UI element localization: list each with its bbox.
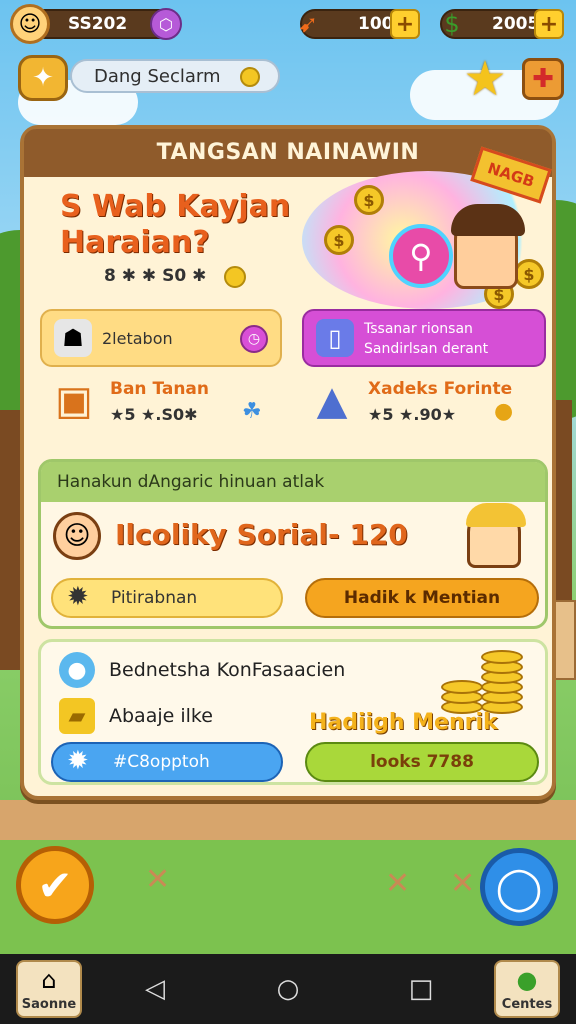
info-row-2: ▰ Abaaje ilke xyxy=(59,698,213,734)
reward-label: Hadiigh Menrik xyxy=(309,710,498,735)
button-label: looks 7788 xyxy=(370,752,474,772)
coin-icon xyxy=(240,67,260,87)
map-button[interactable]: ✦ xyxy=(18,55,68,101)
star-button[interactable]: ★ xyxy=(460,55,510,103)
wood-sticks-icon: ✕ xyxy=(450,866,476,901)
section-header: Hanakun dAngaric hinuan atlak xyxy=(41,462,545,502)
coin-icon: $ xyxy=(354,185,384,215)
recents-icon[interactable]: □ xyxy=(406,974,436,1004)
info-section: ● Bednetsha KonFasaacien ▰ Abaaje ilke H… xyxy=(38,639,548,785)
house-icon: ⌂ xyxy=(41,966,57,994)
reward-value: ★5 ★.S0✱ xyxy=(110,405,198,424)
energy-add-button[interactable]: + xyxy=(390,9,420,39)
lightning-icon: ➹ xyxy=(297,10,319,38)
checkmark-icon: ✔ xyxy=(37,860,73,910)
centes-label: Centes xyxy=(501,997,553,1012)
card-robot[interactable]: ☗ 2letabon ◷ xyxy=(40,309,282,367)
reward-chest-row[interactable]: ▣ Ban Tanan ★5 ★.S0✱ ☘ xyxy=(46,373,286,437)
blue-orb-icon: ● xyxy=(59,652,95,688)
promo-title: S Wab Kayjan Haraian? xyxy=(60,189,291,260)
button-label: Hadik k Mentian xyxy=(343,588,501,608)
wood-sticks-icon: ✕ xyxy=(385,866,411,901)
home-circle-icon[interactable]: ○ xyxy=(273,974,303,1004)
wood-sticks-icon: ✕ xyxy=(145,862,171,897)
location-bar[interactable]: Dang Seclarm xyxy=(70,59,280,93)
cash-icon: $ xyxy=(444,10,460,38)
info-text: Abaaje ilke xyxy=(109,705,213,727)
coin-icon: ● xyxy=(494,399,514,424)
coin-icon: $ xyxy=(514,259,544,289)
coin-icon xyxy=(224,266,246,288)
gem-icon[interactable]: ⬡ xyxy=(150,8,182,40)
reward-title: Ban Tanan xyxy=(110,379,210,399)
system-navbar: ⌂ Saonne ◁ ○ □ ● Centes xyxy=(0,954,576,1024)
robot-icon: ☗ xyxy=(54,319,92,357)
cash-add-button[interactable]: + xyxy=(534,9,564,39)
wizard-hat-icon: ▲ xyxy=(316,378,348,424)
card-robot-label: 2letabon xyxy=(102,329,173,348)
coin-icon: $ xyxy=(324,225,354,255)
social-section: Hanakun dAngaric hinuan atlak ☺ Ilcoliky… xyxy=(38,459,548,629)
checkmark-button[interactable]: ✔ xyxy=(16,846,94,924)
chick-icon: ✹ xyxy=(67,582,89,612)
hadik-mentian-button[interactable]: Hadik k Mentian xyxy=(305,578,539,618)
centes-tile[interactable]: ● Centes xyxy=(494,960,560,1018)
chat-bubble-icon: ◯ xyxy=(495,862,543,912)
treasure-chest-icon: ▣ xyxy=(55,378,93,424)
home-label: Saonne xyxy=(21,997,77,1012)
phone-icon: ▯ xyxy=(316,319,354,357)
clock-icon: ◷ xyxy=(240,325,268,353)
location-label: Dang Seclarm xyxy=(94,65,221,87)
opptoh-button[interactable]: ✹ #C8opptoh xyxy=(51,742,283,782)
social-title: Ilcoliky Sorial- 120 xyxy=(115,518,408,551)
blue-gem-icon: ☘ xyxy=(242,399,262,424)
reward-title: Xadeks Forinte xyxy=(368,379,513,399)
info-text: Bednetsha KonFasaacien xyxy=(109,659,346,681)
chat-button[interactable]: ◯ xyxy=(480,848,558,926)
button-label: #C8opptoh xyxy=(113,752,210,772)
promo-stats: 8 ✱ ✱ S0 ✱ xyxy=(104,266,207,286)
back-icon[interactable]: ◁ xyxy=(140,974,170,1004)
looks-button[interactable]: looks 7788 xyxy=(305,742,539,782)
character-boy xyxy=(451,204,525,289)
character-boy xyxy=(466,503,526,568)
magnifier-orb-icon: ⚲ xyxy=(389,224,453,288)
reward-value: ★5 ★.90★ xyxy=(368,405,457,424)
info-row-1: ● Bednetsha KonFasaacien xyxy=(59,652,345,688)
home-tile[interactable]: ⌂ Saonne xyxy=(16,960,82,1018)
player-avatar-icon[interactable]: ☺ xyxy=(10,4,50,44)
top-hud: SS202 ☺ ⬡ 100 ➹ + 2005 $ + xyxy=(0,4,576,44)
chick-icon: ✹ xyxy=(67,746,89,776)
reward-hat-row[interactable]: ▲ Xadeks Forinte ★5 ★.90★ ● xyxy=(304,373,544,437)
button-label: Pitirabnan xyxy=(111,588,198,608)
gold-bar-icon: ▰ xyxy=(59,698,95,734)
gift-button[interactable]: ✚ xyxy=(522,58,564,100)
pitirabnan-button[interactable]: ✹ Pitirabnan xyxy=(51,578,283,618)
main-panel: TANGSAN NAINAWIN S Wab Kayjan Haraian? 8… xyxy=(20,125,556,800)
girl-avatar-icon: ☺ xyxy=(53,512,101,560)
green-orb-icon: ● xyxy=(516,966,538,994)
card-phone-label: Tssanar rionsan Sandirlsan derant xyxy=(364,321,489,357)
card-phone[interactable]: ▯ Tssanar rionsan Sandirlsan derant xyxy=(302,309,546,367)
